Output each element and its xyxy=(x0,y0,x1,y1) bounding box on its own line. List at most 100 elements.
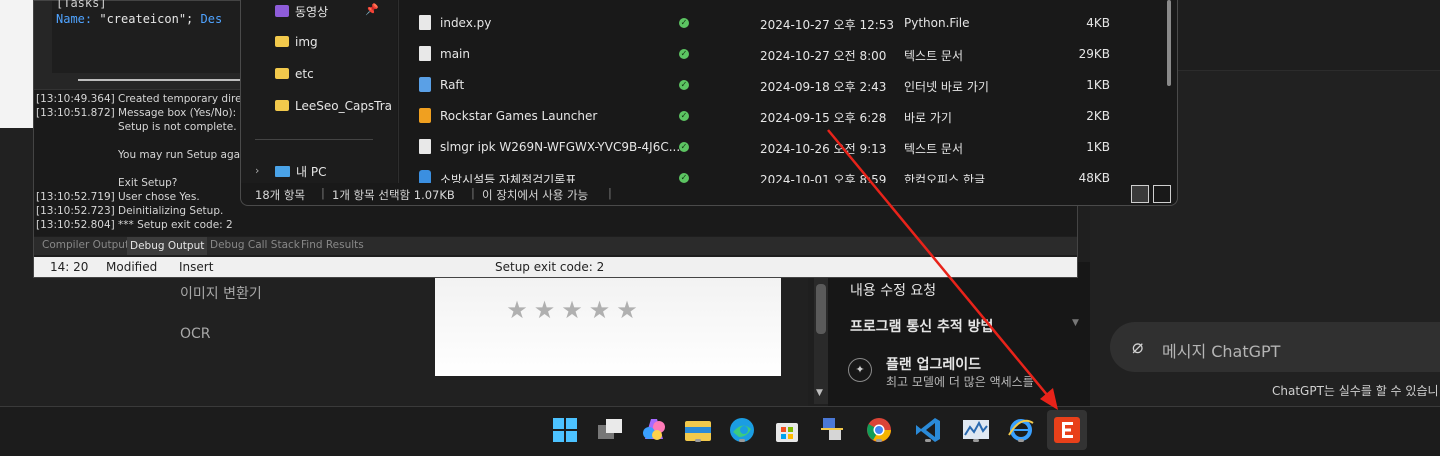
folder-icon xyxy=(275,68,289,79)
insert-mode: Insert xyxy=(179,260,214,274)
nav-divider xyxy=(255,139,373,140)
tab-compiler-output[interactable]: Compiler Output xyxy=(42,239,129,251)
large-icons-view-icon[interactable] xyxy=(1153,185,1171,203)
log-line: Setup is not complete. If y xyxy=(118,121,257,133)
availability-status: 이 장치에서 사용 가능 xyxy=(482,188,589,202)
file-list-scrollbar[interactable] xyxy=(1167,0,1171,86)
computer-icon xyxy=(275,166,290,177)
file-size: 1KB xyxy=(1086,78,1110,92)
document-icon xyxy=(419,139,431,154)
file-type: 바로 가기 xyxy=(904,111,952,125)
folder-icon xyxy=(275,100,289,111)
sync-status-icon: ✓ xyxy=(679,142,689,152)
nav-item-videos[interactable]: 동영상 xyxy=(275,3,328,20)
vscode-icon[interactable] xyxy=(913,415,943,445)
nav-item-leeseo[interactable]: LeeSeo_CapsTra xyxy=(275,99,392,113)
chevron-down-icon[interactable]: ▼ xyxy=(1072,318,1079,328)
ide-statusbar: 14: 20 Modified Insert Setup exit code: … xyxy=(34,257,1077,277)
task-view-icon[interactable] xyxy=(596,415,626,445)
performance-monitor-icon[interactable] xyxy=(961,415,991,445)
running-indicator xyxy=(925,439,931,442)
running-indicator xyxy=(695,439,701,442)
item-count: 18개 항목 xyxy=(255,188,306,202)
log-line: [13:10:51.872] Message box (Yes/No): xyxy=(36,107,237,119)
file-row[interactable]: 소방시설등 자체점검기록표 ✓ 2024-10-01 오후 8:59 한컴오피스… xyxy=(419,163,1159,183)
code-key: Name: xyxy=(56,12,93,26)
chrome-icon[interactable] xyxy=(864,415,894,445)
scrollbar-thumb[interactable] xyxy=(816,284,826,334)
file-date: 2024-09-18 오후 2:43 xyxy=(760,80,887,94)
menu-link-image-converter[interactable]: 이미지 변환기 xyxy=(180,286,380,326)
tab-debug-output[interactable]: Debug Output xyxy=(127,237,208,255)
e-app-icon[interactable] xyxy=(1052,415,1082,445)
paperclip-icon[interactable]: ⌀ xyxy=(1132,336,1143,358)
taskbar xyxy=(0,406,1440,456)
sync-status-icon: ✓ xyxy=(679,80,689,90)
menu-link-ocr[interactable]: OCR xyxy=(180,326,380,366)
running-indicator xyxy=(1018,439,1024,442)
file-name: slmgr ipk W269N-WFGWX-YVC9B-4J6C... xyxy=(440,140,681,154)
scroll-down-icon[interactable]: ▼ xyxy=(816,388,823,398)
log-line: Exit Setup? xyxy=(118,177,178,189)
running-indicator xyxy=(876,439,882,442)
log-line: You may run Setup again xyxy=(118,149,250,161)
explorer-statusbar: 18개 항목 | 1개 항목 선택함 1.07KB | 이 장치에서 사용 가능… xyxy=(241,183,1177,205)
edge-icon[interactable] xyxy=(727,415,757,445)
file-type: 인터넷 바로 가기 xyxy=(904,80,989,94)
output-tabs: Compiler Output Debug Output Debug Call … xyxy=(34,237,1077,255)
log-line: [13:10:52.719] User chose Yes. xyxy=(36,191,200,203)
pane-divider[interactable] xyxy=(398,0,399,183)
code-line[interactable]: [Tasks] xyxy=(56,0,107,10)
file-row[interactable]: Raft ✓ 2024-09-18 오후 2:43 인터넷 바로 가기 1KB xyxy=(419,70,1159,101)
nav-item-etc[interactable]: etc xyxy=(275,67,314,81)
chatgpt-topbar xyxy=(1176,0,1440,71)
horizontal-scrollbar[interactable] xyxy=(78,79,258,81)
pin-icon[interactable]: 📌 xyxy=(365,3,379,16)
tab-find-results[interactable]: Find Results xyxy=(301,239,364,251)
code-line[interactable]: Name: "createicon"; Des xyxy=(56,12,222,26)
log-line: [13:10:49.364] Created temporary direct xyxy=(36,93,252,105)
file-size: 2KB xyxy=(1086,109,1110,123)
store-icon[interactable] xyxy=(772,415,802,445)
video-folder-icon xyxy=(275,5,289,17)
file-type: 텍스트 문서 xyxy=(904,142,964,156)
sync-status-icon: ✓ xyxy=(679,111,689,121)
file-row[interactable]: slmgr ipk W269N-WFGWX-YVC9B-4J6C... ✓ 20… xyxy=(419,132,1159,163)
file-name: main xyxy=(440,47,470,61)
file-size: 1KB xyxy=(1086,140,1110,154)
sync-status-icon: ✓ xyxy=(679,173,689,183)
cursor-position: 14: 20 xyxy=(50,260,89,274)
file-type: 텍스트 문서 xyxy=(904,49,964,63)
file-date: 2024-10-26 오전 9:13 xyxy=(760,142,887,156)
file-row[interactable]: index.py ✓ 2024-10-27 오후 12:53 Python.Fi… xyxy=(419,8,1159,39)
log-line: [13:10:52.804] *** Setup exit code: 2 xyxy=(36,219,233,231)
chatgpt-message-input[interactable]: ⌀ 메시지 ChatGPT xyxy=(1110,322,1440,372)
windows-start-icon[interactable] xyxy=(550,415,580,445)
file-name: Raft xyxy=(440,78,465,92)
details-view-icon[interactable] xyxy=(1131,185,1149,203)
sidebar-item-tracking[interactable]: 프로그램 통신 추적 방법 xyxy=(850,316,993,336)
sync-status-icon: ✓ xyxy=(679,49,689,59)
status-message: Setup exit code: 2 xyxy=(495,260,605,274)
sync-status-icon: ✓ xyxy=(679,18,689,28)
copilot-icon[interactable] xyxy=(639,415,669,445)
background-page xyxy=(0,0,36,128)
running-indicator xyxy=(1062,439,1072,442)
website-scrollbar[interactable]: ▼ xyxy=(814,276,828,404)
tab-debug-call-stack[interactable]: Debug Call Stack xyxy=(210,239,300,251)
file-date: 2024-10-27 오후 12:53 xyxy=(760,18,895,32)
file-size: 48KB xyxy=(1078,171,1110,183)
network-tool-icon[interactable] xyxy=(817,415,847,445)
file-explorer-icon[interactable] xyxy=(683,415,713,445)
rating-card: ★★★★★ xyxy=(435,276,781,376)
nav-item-this-pc[interactable]: 내 PC xyxy=(275,163,326,180)
file-row[interactable]: Rockstar Games Launcher ✓ 2024-09-15 오후 … xyxy=(419,101,1159,132)
star-rating[interactable]: ★★★★★ xyxy=(435,296,715,324)
nav-item-img[interactable]: img xyxy=(275,35,318,49)
internet-explorer-icon[interactable] xyxy=(1006,415,1036,445)
upgrade-plan-button[interactable]: 플랜 업그레이드 xyxy=(886,354,981,374)
chevron-right-icon[interactable]: › xyxy=(255,164,259,177)
file-row[interactable]: main ✓ 2024-10-27 오전 8:00 텍스트 문서 29KB xyxy=(419,39,1159,70)
upgrade-icon[interactable]: ✦ xyxy=(848,358,872,382)
sidebar-item-edit-request[interactable]: 내용 수정 요청 xyxy=(850,280,936,300)
